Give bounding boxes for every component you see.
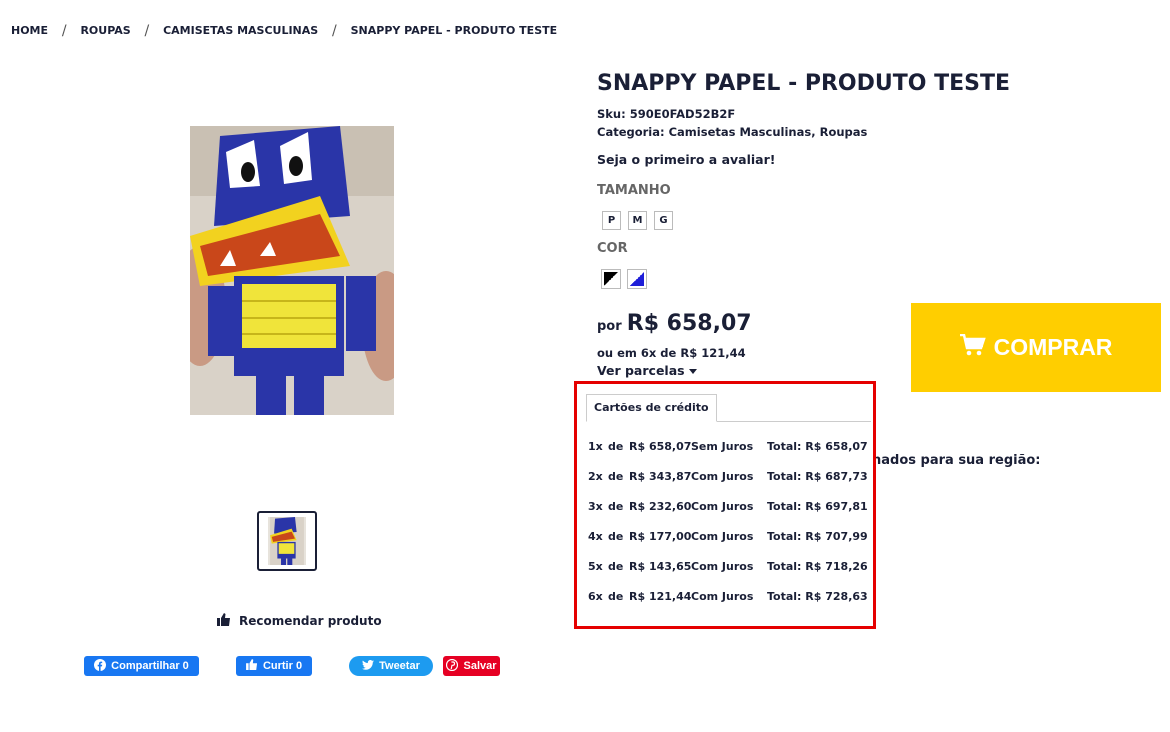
product-sku: Sku: 590E0FAD52B2F xyxy=(597,107,736,121)
review-prompt-link[interactable]: Seja o primeiro a avaliar! xyxy=(597,152,775,167)
installments-tabs: Cartões de crédito xyxy=(586,394,871,422)
installment-count: 2x xyxy=(588,470,603,483)
installment-interest: Com Juros xyxy=(691,560,754,573)
breadcrumb-camisetas[interactable]: CAMISETAS MASCULINAS xyxy=(163,24,318,37)
installments-popover: Cartões de crédito 1x de R$ 658,07 Sem J… xyxy=(574,381,876,629)
size-option-g[interactable]: G xyxy=(654,211,673,230)
facebook-icon xyxy=(94,658,107,674)
ver-parcelas-toggle[interactable]: Ver parcelas xyxy=(597,363,697,378)
breadcrumb-separator: / xyxy=(144,23,150,39)
installment-total: Total: R$ 707,99 xyxy=(767,530,868,543)
product-title: SNAPPY PAPEL - PRODUTO TESTE xyxy=(597,71,1011,96)
installment-count: 4x xyxy=(588,530,603,543)
product-thumbnail[interactable] xyxy=(257,511,317,571)
installment-de: de xyxy=(608,530,624,543)
price-block: por R$ 658,07 xyxy=(597,311,752,336)
product-main-image[interactable] xyxy=(190,126,394,415)
price-prefix: por xyxy=(597,319,622,334)
size-option-p[interactable]: P xyxy=(602,211,621,230)
thumbnail-image xyxy=(268,517,306,565)
like-icon xyxy=(246,659,258,673)
installment-interest: Sem Juros xyxy=(691,440,754,453)
size-option-m[interactable]: M xyxy=(628,211,647,230)
tweet-button[interactable]: Tweetar xyxy=(349,656,433,676)
installment-interest: Com Juros xyxy=(691,500,754,513)
facebook-share-button[interactable]: Compartilhar 0 xyxy=(84,656,199,676)
installment-total: Total: R$ 697,81 xyxy=(767,500,868,513)
thumbs-up-icon xyxy=(217,613,231,629)
breadcrumb-home[interactable]: HOME xyxy=(11,24,48,37)
color-swatch-black[interactable] xyxy=(601,269,621,289)
installment-value: R$ 177,00 xyxy=(629,530,692,543)
installment-total: Total: R$ 718,26 xyxy=(767,560,868,573)
installment-value: R$ 658,07 xyxy=(629,440,692,453)
installment-value: R$ 343,87 xyxy=(629,470,692,483)
color-swatch-blue[interactable] xyxy=(627,269,647,289)
installment-total: Total: R$ 687,73 xyxy=(767,470,868,483)
installment-value: R$ 232,60 xyxy=(629,500,692,513)
tab-credit-cards[interactable]: Cartões de crédito xyxy=(586,394,717,422)
shipping-heading: nados para sua região: xyxy=(872,453,1041,468)
recommend-label: Recomendar produto xyxy=(239,614,382,628)
cart-icon xyxy=(959,333,986,362)
recommend-product-link[interactable]: Recomendar produto xyxy=(217,613,382,629)
installment-interest: Com Juros xyxy=(691,470,754,483)
installment-count: 5x xyxy=(588,560,603,573)
tweet-label: Tweetar xyxy=(379,660,420,672)
twitter-bird-icon xyxy=(362,659,375,673)
installment-count: 1x xyxy=(588,440,603,453)
color-label: COR xyxy=(597,241,628,256)
installment-total: Total: R$ 728,63 xyxy=(767,590,868,603)
breadcrumb-separator: / xyxy=(61,23,67,39)
ver-parcelas-label: Ver parcelas xyxy=(597,363,685,378)
pinterest-save-label: Salvar xyxy=(463,660,497,672)
pinterest-save-button[interactable]: Salvar xyxy=(443,656,500,676)
breadcrumb-roupas[interactable]: ROUPAS xyxy=(80,24,130,37)
breadcrumb: HOME / ROUPAS / CAMISETAS MASCULINAS / S… xyxy=(11,22,558,39)
installment-count: 3x xyxy=(588,500,603,513)
installment-total: Total: R$ 658,07 xyxy=(767,440,868,453)
installment-value: R$ 143,65 xyxy=(629,560,692,573)
facebook-like-label: Curtir 0 xyxy=(262,660,303,672)
installment-interest: Com Juros xyxy=(691,590,754,603)
buy-button-label: COMPRAR xyxy=(993,334,1113,360)
size-label: TAMANHO xyxy=(597,183,671,198)
installment-de: de xyxy=(608,500,624,513)
caret-down-icon xyxy=(688,369,697,374)
installment-value: R$ 121,44 xyxy=(629,590,692,603)
product-category: Categoria: Camisetas Masculinas, Roupas xyxy=(597,125,868,139)
installment-de: de xyxy=(608,470,624,483)
facebook-share-label: Compartilhar 0 xyxy=(111,660,189,672)
product-price: R$ 658,07 xyxy=(626,311,752,336)
installment-de: de xyxy=(608,440,624,453)
product-photo xyxy=(190,126,394,415)
breadcrumb-current: SNAPPY PAPEL - PRODUTO TESTE xyxy=(350,24,558,37)
installment-interest: Com Juros xyxy=(691,530,754,543)
installment-count: 6x xyxy=(588,590,603,603)
installment-de: de xyxy=(608,560,624,573)
facebook-like-button[interactable]: Curtir 0 xyxy=(236,656,312,676)
pinterest-icon xyxy=(446,658,459,674)
buy-button[interactable]: COMPRAR xyxy=(911,303,1161,392)
installment-summary: ou em 6x de R$ 121,44 xyxy=(597,346,746,360)
installment-de: de xyxy=(608,590,624,603)
breadcrumb-separator: / xyxy=(332,23,337,39)
